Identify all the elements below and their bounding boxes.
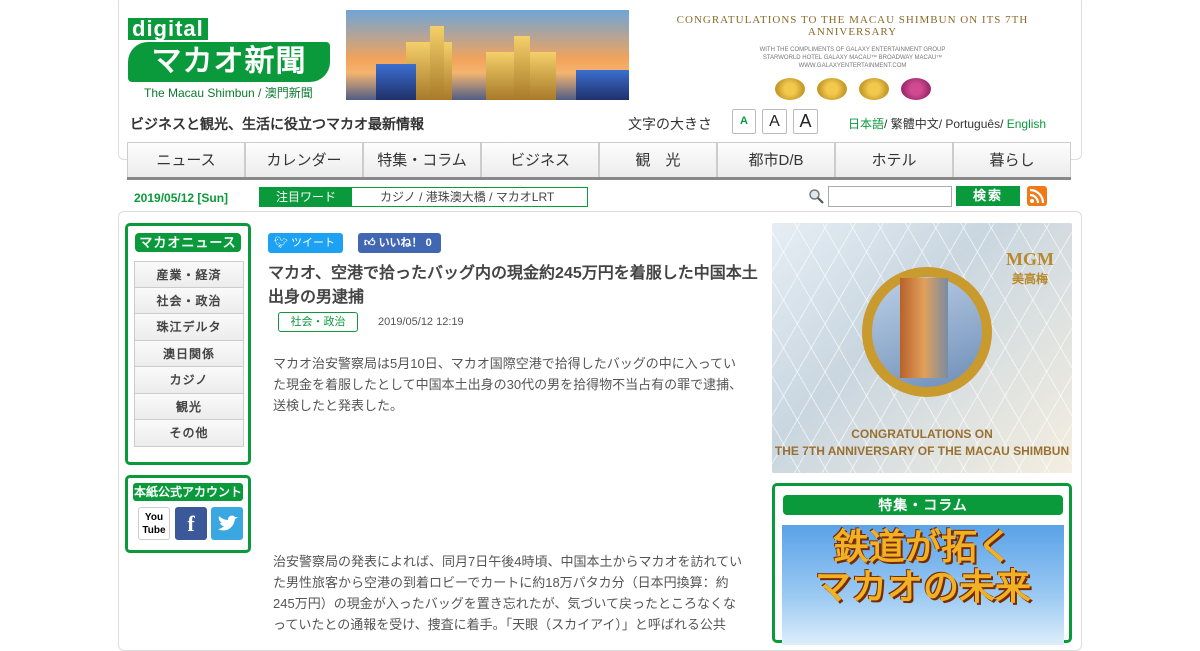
nav-tourism[interactable]: 観 光 bbox=[599, 142, 717, 177]
facebook-icon[interactable]: f bbox=[175, 507, 207, 540]
logo-subtitle: The Macau Shimbun / 澳門新聞 bbox=[144, 86, 313, 100]
lang-portuguese[interactable]: Português bbox=[945, 117, 1000, 131]
hot-keywords-label: 注目ワード bbox=[260, 188, 352, 206]
site-logo[interactable]: digital マカオ新聞 The Macau Shimbun / 澳門新聞 bbox=[128, 18, 333, 100]
lang-chinese[interactable]: 繁體中文 bbox=[891, 117, 939, 131]
tweet-button[interactable]: 🐦︎ ツイート bbox=[268, 233, 343, 253]
broadway-logo-icon bbox=[900, 78, 931, 100]
official-accounts-title: 本紙公式アカウント bbox=[133, 483, 243, 501]
sidebar-item-pearl-delta[interactable]: 珠江デルタ bbox=[134, 314, 244, 341]
mgm-logo: MGM 美高梅 bbox=[1006, 249, 1054, 286]
article-paragraph-2: 治安警察局の発表によれば、同月7日午後4時頃、中国本土からマカオを訪れていた男性… bbox=[273, 554, 743, 632]
nav-calendar[interactable]: カレンダー bbox=[245, 142, 363, 177]
article-title: マカオ、空港で拾ったバッグ内の現金約245万円を着服した中国本土出身の男逮捕 bbox=[268, 265, 758, 306]
galaxy-congrats-ad[interactable]: CONGRATULATIONS TO THE MACAU SHIMBUN ON … bbox=[650, 14, 1055, 100]
mgm-anniversary-ad[interactable]: MGM 美高梅 CONGRATULATIONS ON THE 7TH ANNIV… bbox=[772, 223, 1072, 473]
lang-japanese[interactable]: 日本語 bbox=[848, 117, 884, 131]
sidebar-item-economy[interactable]: 産業・経済 bbox=[134, 261, 244, 288]
official-accounts-box: 本紙公式アカウント You Tube f bbox=[125, 475, 251, 553]
mgm-tower-graphic bbox=[900, 278, 948, 378]
current-date: 2019/05/12 [Sun] bbox=[134, 191, 229, 205]
sidebar-title: マカオニュース bbox=[135, 233, 241, 252]
news-category-sidebar: マカオニュース 産業・経済 社会・政治 珠江デルタ 澳日関係 カジノ 観光 その… bbox=[125, 223, 251, 465]
lang-english[interactable]: English bbox=[1007, 117, 1046, 131]
article-category-badge[interactable]: 社会・政治 bbox=[278, 312, 358, 332]
nav-news[interactable]: ニュース bbox=[127, 142, 245, 177]
nav-hotels[interactable]: ホテル bbox=[835, 142, 953, 177]
search-input[interactable] bbox=[828, 186, 952, 207]
sidebar-item-other[interactable]: その他 bbox=[134, 420, 244, 447]
feature-column-title: 特集・コラム bbox=[783, 495, 1063, 515]
logo-digital: digital bbox=[128, 18, 208, 40]
mgm-congrats-text: CONGRATULATIONS ON THE 7TH ANNIVERSARY O… bbox=[774, 427, 1070, 458]
search-button[interactable]: 検索 bbox=[956, 186, 1020, 206]
nav-features[interactable]: 特集・コラム bbox=[363, 142, 481, 177]
sidebar-item-casino[interactable]: カジノ bbox=[134, 367, 244, 394]
article-date: 2019/05/12 12:19 bbox=[378, 316, 464, 328]
youtube-icon[interactable]: You Tube bbox=[138, 507, 170, 540]
sponsor-logos bbox=[650, 78, 1055, 100]
thumbs-up-icon: 👍︎ bbox=[364, 237, 376, 249]
sidebar-item-macau-japan[interactable]: 澳日関係 bbox=[134, 340, 244, 367]
article-paragraph-1: マカオ治安警察局は5月10日、マカオ国際空港で拾得したバッグの中に入っていた現金… bbox=[273, 356, 743, 413]
logo-title: マカオ新聞 bbox=[128, 42, 330, 82]
facebook-like-button[interactable]: 👍︎ いいね！ 0 bbox=[358, 233, 441, 253]
hot-keywords-bar: 注目ワード カジノ / 港珠澳大橋 / マカオLRT bbox=[259, 187, 588, 207]
main-nav: ニュース カレンダー 特集・コラム ビジネス 観 光 都市D/B ホテル 暮らし bbox=[127, 142, 1071, 180]
site-tagline: ビジネスと観光、生活に役立つマカオ最新情報 bbox=[130, 116, 424, 132]
font-size-medium-button[interactable]: A bbox=[762, 109, 787, 134]
font-size-large-button[interactable]: A bbox=[793, 109, 818, 134]
twitter-bird-icon: 🐦︎ bbox=[274, 237, 288, 249]
feature-column-box: 特集・コラム 鉄道が拓く マカオの未来 bbox=[772, 483, 1072, 645]
feature-banner-image[interactable]: 鉄道が拓く マカオの未来 bbox=[782, 525, 1064, 645]
search-icon bbox=[809, 189, 824, 204]
nav-living[interactable]: 暮らし bbox=[953, 142, 1071, 177]
rss-icon[interactable] bbox=[1027, 186, 1047, 206]
twitter-icon[interactable] bbox=[211, 507, 243, 540]
sidebar-item-society[interactable]: 社会・政治 bbox=[134, 287, 244, 314]
geg-logo-icon bbox=[774, 78, 805, 100]
nav-business[interactable]: ビジネス bbox=[481, 142, 599, 177]
font-size-label: 文字の大きさ bbox=[628, 116, 712, 132]
hot-keywords-links[interactable]: カジノ / 港珠澳大橋 / マカオLRT bbox=[352, 188, 554, 206]
language-switcher: 日本語/ 繁體中文/ Português/ English bbox=[848, 117, 1047, 131]
congrats-compliments: WITH THE COMPLIMENTS OF GALAXY ENTERTAIN… bbox=[759, 47, 946, 69]
congrats-headline: CONGRATULATIONS TO THE MACAU SHIMBUN ON … bbox=[676, 14, 1029, 38]
nav-city-db[interactable]: 都市D/B bbox=[717, 142, 835, 177]
header-banner-image[interactable] bbox=[346, 10, 629, 100]
font-size-small-button[interactable]: A bbox=[732, 109, 756, 134]
starworld-logo-icon bbox=[816, 78, 847, 100]
sidebar-item-tourism[interactable]: 観光 bbox=[134, 393, 244, 420]
galaxy-logo-icon bbox=[858, 78, 889, 100]
